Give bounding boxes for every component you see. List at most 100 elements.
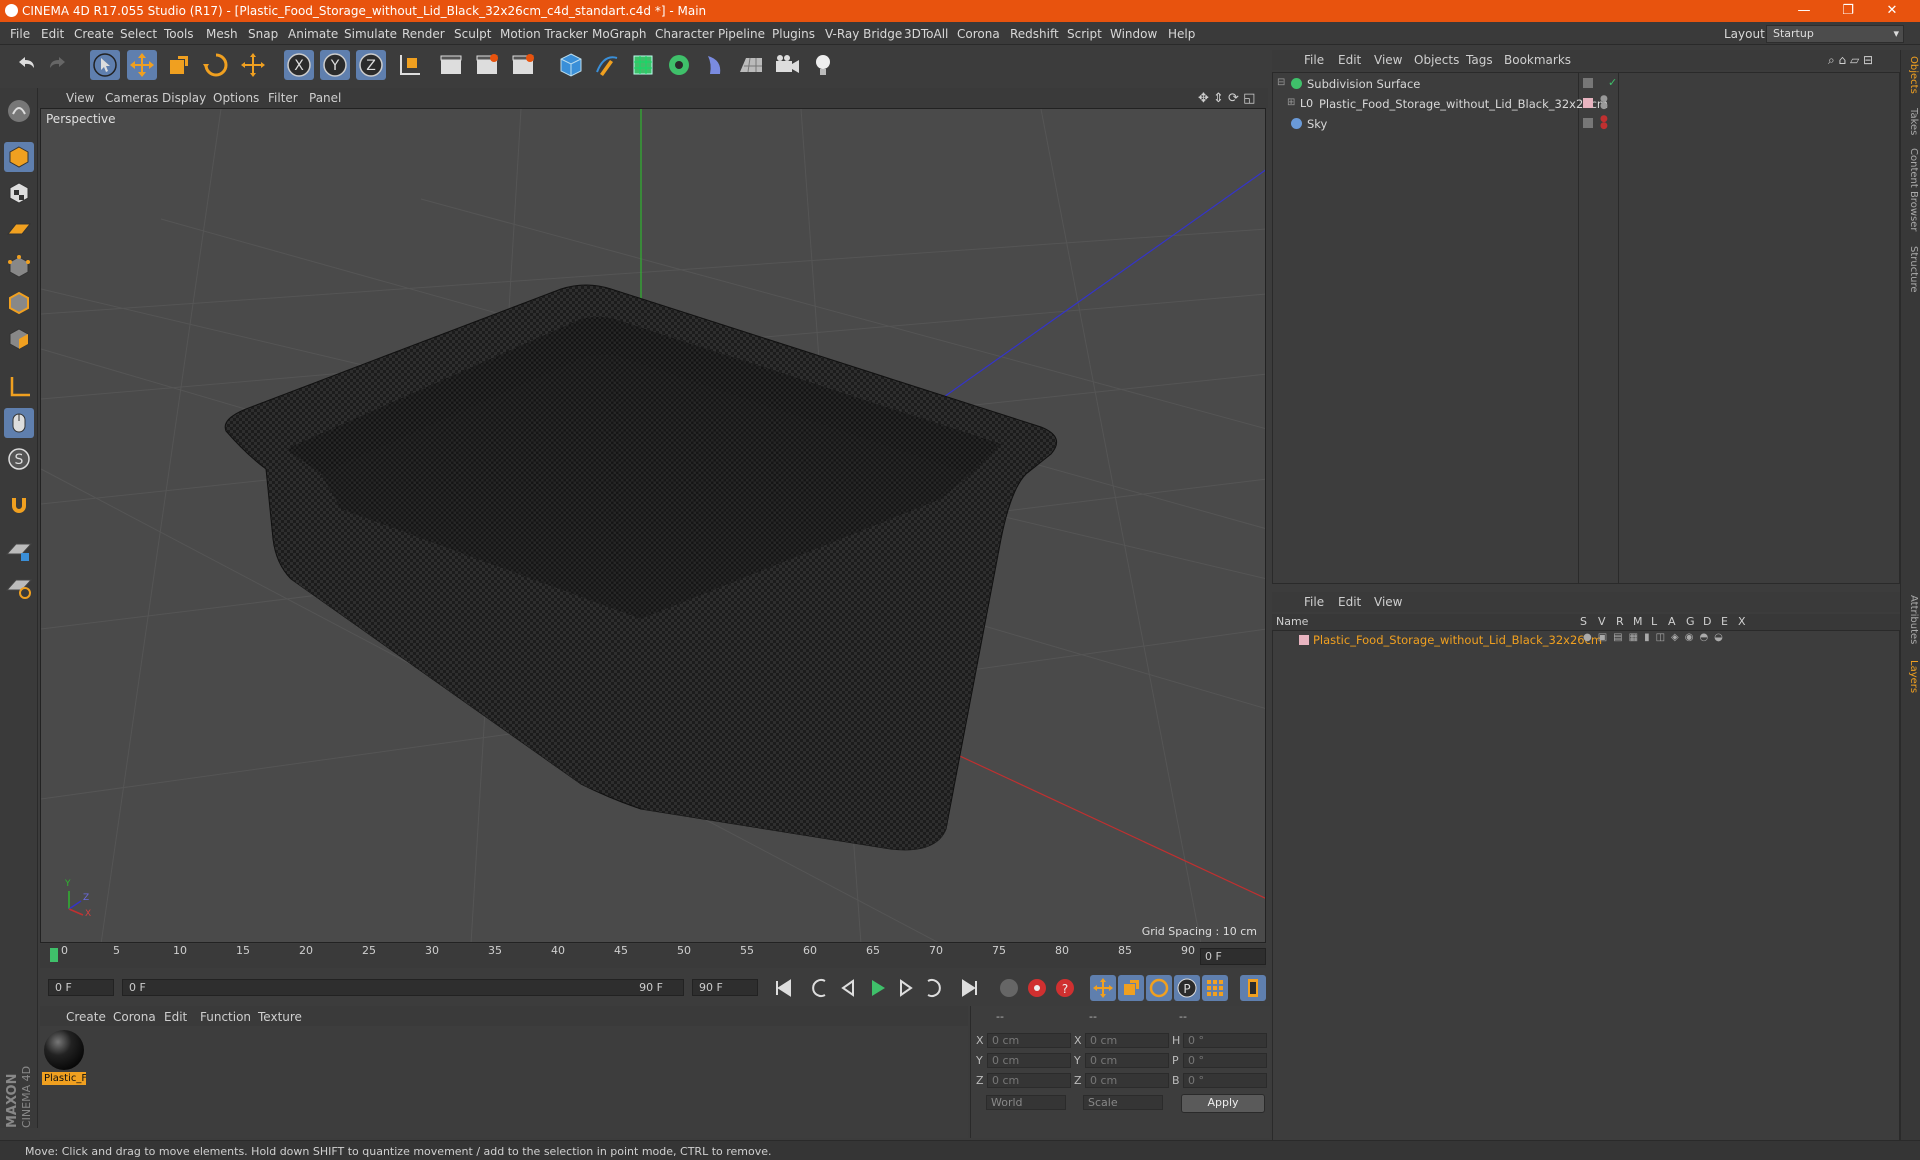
side-tab-layers[interactable]: Layers [1903,660,1919,693]
viewport-nav-icons[interactable]: ✥ ⇕ ⟳ ◱ [1198,91,1255,106]
object-row[interactable]: ⊟ Subdivision Surface ✓ [1273,75,1900,93]
key-position-button[interactable] [1090,975,1116,1001]
material-menu-texture[interactable]: Texture [258,1010,302,1024]
viewport-menu-filter[interactable]: Filter [268,91,298,105]
layer-flag-toggles[interactable]: ●▣▤▦▮◫◈◉◓◒ [1583,632,1729,643]
restore-button[interactable]: ❐ [1828,2,1868,20]
tweak-mode-button[interactable] [4,408,34,438]
play-button[interactable] [864,975,890,1001]
side-tab-attributes[interactable]: Attributes [1903,595,1919,644]
live-select-button[interactable] [90,50,120,80]
close-button[interactable]: ✕ [1872,2,1912,20]
record-off-button[interactable] [996,975,1022,1001]
side-tab-objects[interactable]: Objects [1903,56,1919,94]
render-picture-viewer-button[interactable] [472,50,502,80]
object-menu-objects[interactable]: Objects [1414,53,1459,67]
prev-key-button[interactable] [807,975,833,1001]
menu-character[interactable]: Character [655,27,714,41]
menu-snap[interactable]: Snap [248,27,278,41]
coord-pos-x-field[interactable]: 0 cm [987,1033,1071,1048]
menu-help[interactable]: Help [1168,27,1195,41]
menu-script[interactable]: Script [1067,27,1102,41]
side-tab-content-browser[interactable]: Content Browser [1903,148,1919,231]
add-spline-button[interactable] [592,50,622,80]
planar-workplane-button[interactable] [4,572,34,602]
menu-redshift[interactable]: Redshift [1010,27,1059,41]
material-menu-function[interactable]: Function [200,1010,251,1024]
undo-button[interactable] [10,50,40,80]
menu-mograph[interactable]: MoGraph [592,27,647,41]
layer-menu-file[interactable]: File [1304,595,1324,609]
key-rotation-button[interactable] [1146,975,1172,1001]
playhead-marker[interactable] [50,948,58,962]
menu-pipeline[interactable]: Pipeline [718,27,765,41]
go-to-start-button[interactable] [770,975,796,1001]
coord-size-x-field[interactable]: 0 cm [1085,1033,1169,1048]
solo-button[interactable]: S [4,444,34,474]
render-view-button[interactable] [436,50,466,80]
x-axis-lock-button[interactable]: X [284,50,314,80]
current-frame-field[interactable]: 0 F [1200,948,1266,965]
layer-row[interactable]: Plastic_Food_Storage_without_Lid_Black_3… [1273,632,1900,650]
object-search-icon[interactable]: ⌕ ⌂ ▱ ⊟ [1828,53,1873,68]
layer-menu-edit[interactable]: Edit [1338,595,1361,609]
add-cube-button[interactable] [556,50,586,80]
viewport-perspective[interactable]: Y Z X Perspective Grid Spacing : 10 cm [40,108,1266,943]
prev-frame-button[interactable] [836,975,862,1001]
viewport-menu-panel[interactable]: Panel [309,91,341,105]
y-axis-lock-button[interactable]: Y [320,50,350,80]
menu-motion-tracker[interactable]: Motion Tracker [500,27,588,41]
timeline-layout-button[interactable] [1240,975,1266,1001]
menu-edit[interactable]: Edit [41,27,64,41]
menu-select[interactable]: Select [120,27,157,41]
material-swatch[interactable]: Plastic_F [42,1030,86,1088]
add-camera-button[interactable] [772,50,802,80]
add-mograph-button[interactable] [664,50,694,80]
coord-size-z-field[interactable]: 0 cm [1085,1073,1169,1088]
axis-mode-button[interactable] [4,372,34,402]
menu-render[interactable]: Render [402,27,445,41]
key-scale-button[interactable] [1118,975,1144,1001]
texture-mode-button[interactable] [4,178,34,208]
add-light-button[interactable] [808,50,838,80]
menu-3dtoall[interactable]: 3DToAll [904,27,948,41]
key-pla-button[interactable] [1202,975,1228,1001]
rotate-tool-button[interactable] [201,50,231,80]
menu-file[interactable]: File [10,27,30,41]
coord-size-y-field[interactable]: 0 cm [1085,1053,1169,1068]
layout-select[interactable]: Startup ▾ [1766,25,1904,43]
next-frame-button[interactable] [892,975,918,1001]
coord-rot-p-field[interactable]: 0 ° [1183,1053,1267,1068]
locked-workplane-button[interactable] [4,536,34,566]
viewport-menu-view[interactable]: View [66,91,94,105]
workplane-mode-button[interactable] [4,214,34,244]
coord-rot-b-field[interactable]: 0 ° [1183,1073,1267,1088]
menu-mesh[interactable]: Mesh [206,27,238,41]
visibility-dots-icon[interactable]: ● ● [1600,115,1608,131]
polygons-mode-button[interactable] [4,324,34,354]
start-frame-field[interactable]: 0 F [48,979,114,996]
material-menu-create[interactable]: Create [66,1010,106,1024]
timeline-ruler[interactable] [40,944,1266,968]
enabled-check-icon[interactable]: ✓ [1608,76,1617,89]
object-menu-edit[interactable]: Edit [1338,53,1361,67]
viewport-menu-options[interactable]: Options [213,91,259,105]
object-menu-tags[interactable]: Tags [1466,53,1493,67]
add-environment-button[interactable] [736,50,766,80]
coord-scale-select[interactable]: Scale [1083,1095,1163,1110]
menu-simulate[interactable]: Simulate [344,27,397,41]
material-menu-corona[interactable]: Corona [113,1010,156,1024]
add-deformer-button[interactable] [700,50,730,80]
move-tool-button[interactable] [127,50,157,80]
menu-sculpt[interactable]: Sculpt [454,27,491,41]
menu-window[interactable]: Window [1110,27,1157,41]
apply-button[interactable]: Apply [1181,1094,1265,1113]
add-generator-button[interactable] [628,50,658,80]
coord-rot-h-field[interactable]: 0 ° [1183,1033,1267,1048]
model-mode-button[interactable] [4,142,34,172]
side-tab-structure[interactable]: Structure [1903,246,1919,293]
next-key-button[interactable] [920,975,946,1001]
edges-mode-button[interactable] [4,288,34,318]
layer-name[interactable]: Plastic_Food_Storage_without_Lid_Black_3… [1313,633,1602,647]
layer-menu-view[interactable]: View [1374,595,1402,609]
